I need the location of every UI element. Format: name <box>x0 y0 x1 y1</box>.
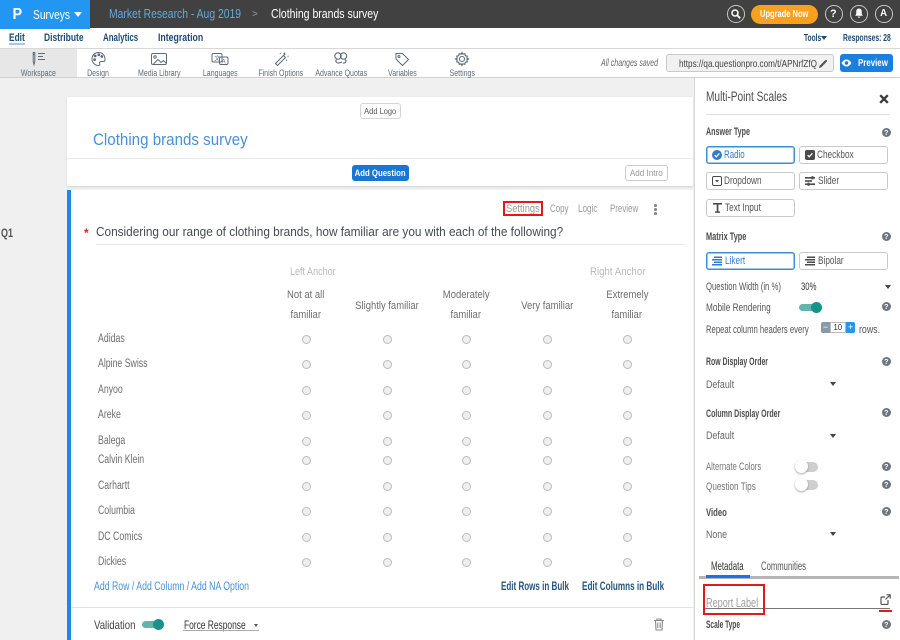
svg-text:A: A <box>222 59 226 65</box>
svg-text:文: 文 <box>214 54 220 62</box>
